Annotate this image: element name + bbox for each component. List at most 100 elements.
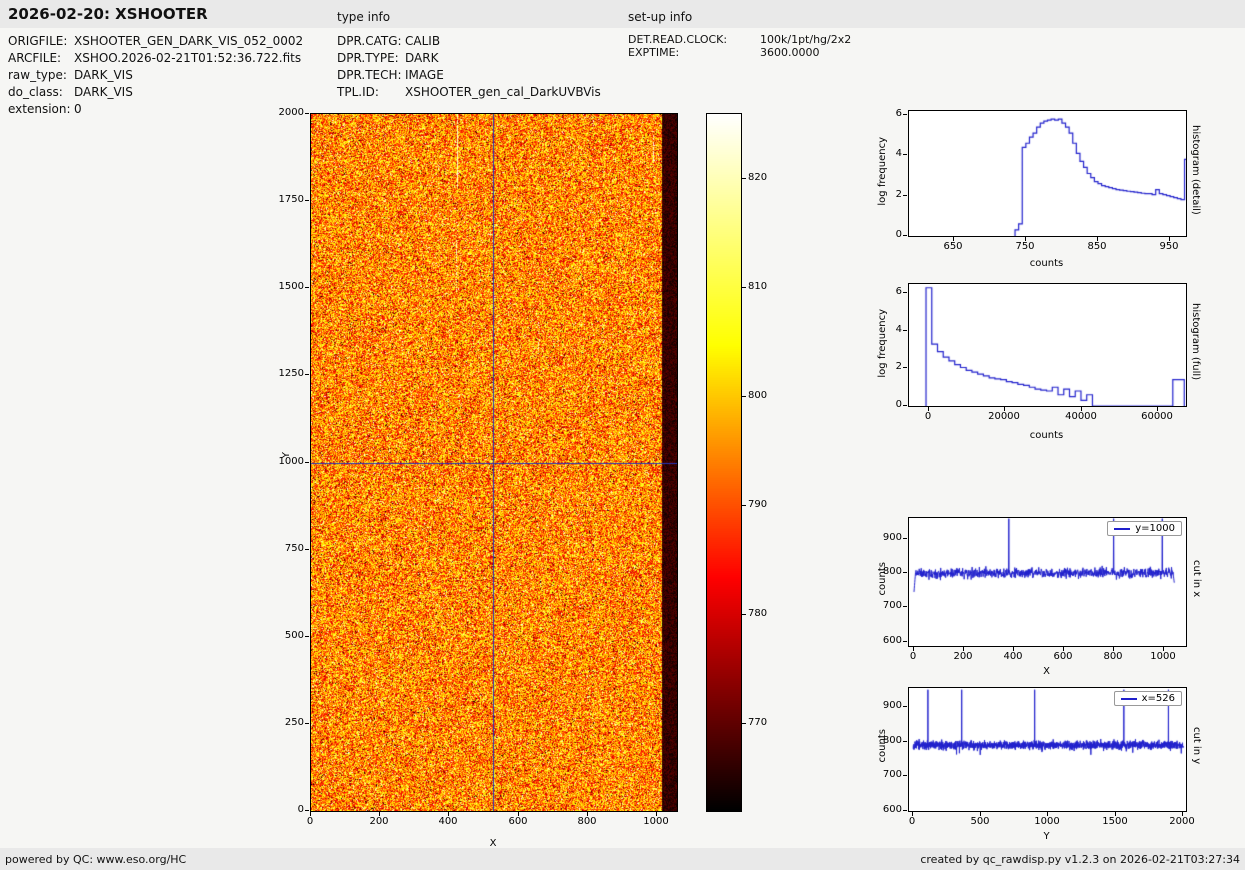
x-tick-mark <box>1013 647 1014 651</box>
x-tick-label: 40000 <box>1065 411 1097 422</box>
page-title: 2026-02-20: XSHOOTER <box>8 5 208 23</box>
y-tick-mark <box>903 775 907 776</box>
colorbar-tick-mark <box>742 614 746 615</box>
histogram-detail-x-label: counts <box>1029 258 1064 269</box>
y-tick-label: 0 <box>297 804 304 815</box>
colorbar-tick-label: 770 <box>748 717 768 728</box>
y-tick-label: 600 <box>882 635 902 646</box>
colorbar-tick-mark <box>742 723 746 724</box>
colorbar-tick-label: 790 <box>748 499 768 510</box>
cut-in-y-canvas <box>909 688 1186 811</box>
x-tick-mark <box>1097 237 1098 241</box>
x-tick-mark <box>1047 812 1048 816</box>
meta-label: ARCFILE: <box>8 51 62 65</box>
type-info-heading: type info <box>337 10 391 24</box>
meta-label: raw_type: <box>8 68 67 82</box>
x-tick-mark <box>980 812 981 816</box>
colorbar-tick-label: 820 <box>748 172 768 183</box>
x-tick-label: 650 <box>943 241 963 252</box>
meta-row-doclass: do_class: DARK_VIS <box>8 84 333 101</box>
y-tick-label: 1250 <box>278 368 304 379</box>
cut-in-x-plot: y=1000 <box>908 517 1187 647</box>
meta-row-readclock: DET.READ.CLOCK: 100k/1pt/hg/2x2 <box>628 33 928 46</box>
detector-image-plot <box>310 113 678 812</box>
y-tick-label: 600 <box>882 804 902 815</box>
histogram-full-plot <box>908 283 1187 407</box>
meta-value: XSHOOTER_GEN_DARK_VIS_052_0002 <box>74 34 304 48</box>
y-tick-mark <box>903 741 907 742</box>
legend-label: y=1000 <box>1135 523 1175 534</box>
x-tick-mark <box>1163 647 1164 651</box>
x-tick-mark <box>1081 407 1082 411</box>
x-tick-label: 2000 <box>1169 816 1195 827</box>
y-tick-mark <box>305 723 309 724</box>
x-tick-mark <box>587 812 588 816</box>
cut-in-x-legend: y=1000 <box>1107 521 1182 536</box>
x-tick-label: 600 <box>1053 651 1073 662</box>
y-tick-mark <box>903 195 907 196</box>
y-tick-mark <box>903 538 907 539</box>
x-tick-label: 800 <box>1103 651 1123 662</box>
x-tick-label: 750 <box>1015 241 1035 252</box>
legend-line-sample <box>1114 527 1131 530</box>
y-tick-label: 1750 <box>278 194 304 205</box>
y-tick-label: 500 <box>284 630 304 641</box>
x-tick-label: 850 <box>1087 241 1107 252</box>
meta-value: DARK_VIS <box>74 68 133 82</box>
y-tick-label: 750 <box>284 543 304 554</box>
qc-report-page: 2026-02-20: XSHOOTER type info set-up in… <box>0 0 1245 870</box>
meta-row-dprtech: DPR.TECH: IMAGE <box>337 67 632 84</box>
y-tick-label: 6 <box>895 286 902 297</box>
meta-row-exptime: EXPTIME: 3600.0000 <box>628 46 928 59</box>
histogram-full-x-label: counts <box>1029 430 1064 441</box>
colorbar-tick-label: 780 <box>748 608 768 619</box>
y-tick-mark <box>305 462 309 463</box>
colorbar-tick-mark <box>742 396 746 397</box>
y-tick-label: 0 <box>895 229 902 240</box>
x-tick-label: 600 <box>508 816 528 827</box>
x-tick-label: 400 <box>1003 651 1023 662</box>
histogram-detail-plot <box>908 110 1187 237</box>
x-tick-label: 200 <box>369 816 389 827</box>
y-tick-mark <box>305 200 309 201</box>
meta-label: DET.READ.CLOCK: <box>628 33 728 46</box>
y-tick-mark <box>305 287 309 288</box>
y-tick-mark <box>903 706 907 707</box>
meta-row-rawtype: raw_type: DARK_VIS <box>8 67 333 84</box>
meta-label: TPL.ID: <box>337 85 379 99</box>
setup-info-block: DET.READ.CLOCK: 100k/1pt/hg/2x2 EXPTIME:… <box>628 33 928 59</box>
x-tick-label: 0 <box>306 816 314 827</box>
y-tick-label: 800 <box>882 735 902 746</box>
meta-value: 0 <box>74 102 82 116</box>
x-tick-label: 400 <box>438 816 458 827</box>
meta-row-tplid: TPL.ID: XSHOOTER_gen_cal_DarkUVBVis <box>337 84 632 101</box>
x-tick-mark <box>1157 407 1158 411</box>
y-tick-mark <box>903 641 907 642</box>
y-tick-label: 4 <box>895 324 902 335</box>
meta-row-dprcatg: DPR.CATG: CALIB <box>337 33 632 50</box>
y-tick-mark <box>903 154 907 155</box>
meta-label: do_class: <box>8 85 63 99</box>
x-tick-mark <box>656 812 657 816</box>
y-tick-mark <box>903 405 907 406</box>
y-tick-label: 2 <box>895 361 902 372</box>
meta-row-origfile: ORIGFILE: XSHOOTER_GEN_DARK_VIS_052_0002 <box>8 33 333 50</box>
y-tick-label: 2000 <box>278 107 304 118</box>
x-tick-label: 1000 <box>643 816 669 827</box>
x-tick-label: 1500 <box>1102 816 1128 827</box>
footer-left-text: powered by QC: www.eso.org/HC <box>5 853 187 866</box>
y-tick-mark <box>903 330 907 331</box>
y-tick-label: 250 <box>284 717 304 728</box>
x-tick-label: 500 <box>970 816 990 827</box>
x-tick-label: 0 <box>908 816 916 827</box>
x-tick-mark <box>928 407 929 411</box>
y-tick-label: 0 <box>895 399 902 410</box>
meta-value: XSHOOTER_gen_cal_DarkUVBVis <box>405 85 601 99</box>
x-tick-label: 800 <box>577 816 597 827</box>
y-tick-label: 900 <box>882 700 902 711</box>
meta-value: XSHOO.2026-02-21T01:52:36.722.fits <box>74 51 302 65</box>
cut-in-y-right-label: cut in y <box>1191 727 1202 765</box>
x-tick-mark <box>1063 647 1064 651</box>
y-tick-label: 6 <box>895 108 902 119</box>
y-tick-label: 800 <box>882 566 902 577</box>
